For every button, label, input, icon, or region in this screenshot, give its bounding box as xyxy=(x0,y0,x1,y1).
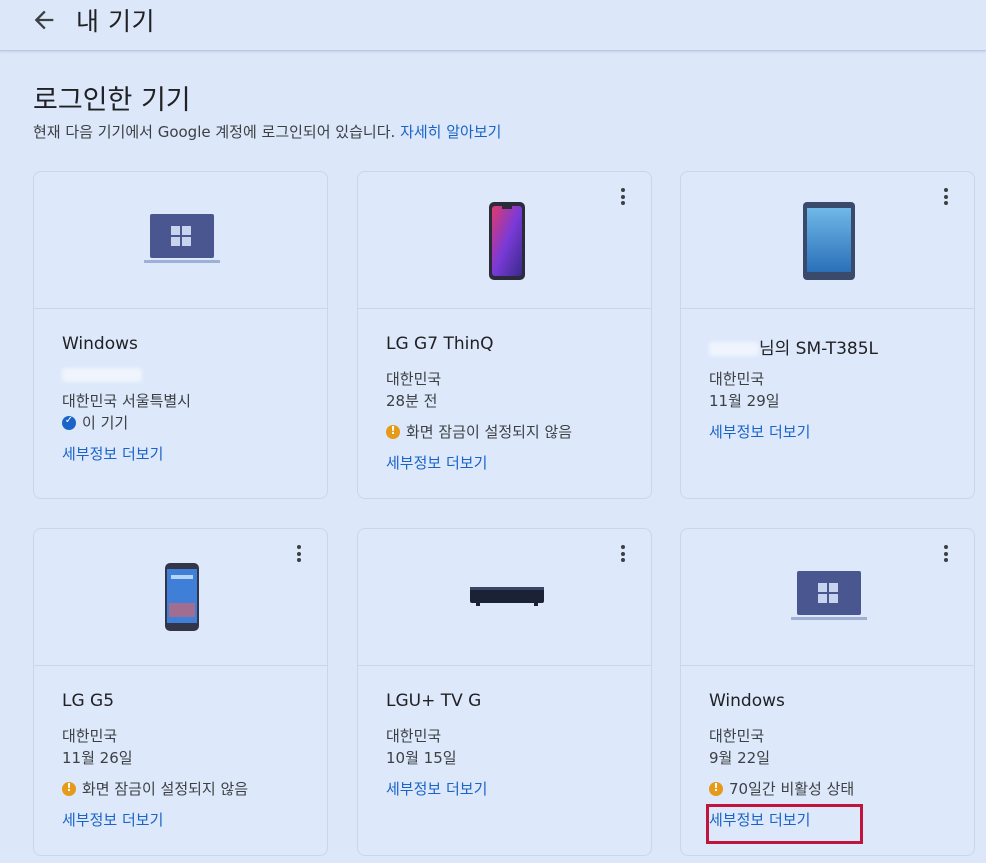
device-last-seen: 11월 29일 xyxy=(709,392,780,410)
top-app-bar: 내 기기 xyxy=(0,0,986,51)
device-image-area xyxy=(681,529,974,666)
page-title: 내 기기 xyxy=(76,7,155,36)
device-name: 님의 SM-T385L xyxy=(709,334,878,359)
subtitle-text: 현재 다음 기기에서 Google 계정에 로그인되어 있습니다. xyxy=(33,123,396,141)
laptop-icon xyxy=(791,571,867,620)
more-vert-icon[interactable] xyxy=(613,545,633,567)
more-vert-icon[interactable] xyxy=(613,188,633,210)
device-card-sm-t385l[interactable]: 님의 SM-T385L 대한민국 11월 29일 세부정보 더보기 xyxy=(680,171,975,499)
redacted-text xyxy=(62,365,142,383)
highlight-box xyxy=(706,804,863,844)
details-link[interactable]: 세부정보 더보기 xyxy=(709,421,810,442)
device-status: 화면 잠금이 설정되지 않음 xyxy=(386,421,572,442)
device-status: 70일간 비활성 상태 xyxy=(709,778,854,799)
status-text: 화면 잠금이 설정되지 않음 xyxy=(82,780,249,798)
device-status: 이 기기 xyxy=(62,412,128,433)
tablet-icon xyxy=(803,202,855,280)
device-location: 대한민국 xyxy=(62,727,118,745)
device-last-seen: 9월 22일 xyxy=(709,749,770,767)
device-name: LGU+ TV G xyxy=(386,691,482,711)
device-location: 대한민국 xyxy=(709,727,765,745)
redacted-owner xyxy=(709,342,759,356)
phone-icon xyxy=(165,563,199,631)
device-name: LG G5 xyxy=(62,691,115,711)
status-text: 화면 잠금이 설정되지 않음 xyxy=(406,423,573,441)
device-image-area xyxy=(358,172,651,309)
laptop-icon xyxy=(144,214,220,263)
device-card-lgu-tv[interactable]: LGU+ TV G 대한민국 10월 15일 세부정보 더보기 xyxy=(357,528,652,856)
device-image-area xyxy=(681,172,974,309)
more-vert-icon[interactable] xyxy=(936,188,956,210)
more-vert-icon[interactable] xyxy=(289,545,309,567)
device-name-text: 님의 SM-T385L xyxy=(759,339,879,359)
device-image-area xyxy=(34,172,327,309)
learn-more-link[interactable]: 자세히 알아보기 xyxy=(400,123,501,141)
details-link[interactable]: 세부정보 더보기 xyxy=(386,778,487,799)
phone-icon xyxy=(489,202,525,280)
device-card-windows-this[interactable]: Windows 대한민국 서울특별시 이 기기 세부정보 더보기 xyxy=(33,171,328,499)
device-image-area xyxy=(34,529,327,666)
device-card-lg-g5[interactable]: LG G5 대한민국 11월 26일 화면 잠금이 설정되지 않음 세부정보 더… xyxy=(33,528,328,856)
warning-icon xyxy=(386,424,400,439)
device-image-area xyxy=(358,529,651,666)
device-location: 대한민국 xyxy=(709,370,765,388)
check-circle-icon xyxy=(62,415,76,430)
status-text: 70일간 비활성 상태 xyxy=(729,780,855,798)
device-status: 화면 잠금이 설정되지 않음 xyxy=(62,778,248,799)
details-link[interactable]: 세부정보 더보기 xyxy=(62,443,163,464)
section-subtitle: 현재 다음 기기에서 Google 계정에 로그인되어 있습니다. 자세히 알아… xyxy=(33,121,501,142)
device-last-seen: 11월 26일 xyxy=(62,749,133,767)
set-top-box-icon xyxy=(470,587,544,606)
more-vert-icon[interactable] xyxy=(936,545,956,567)
details-link[interactable]: 세부정보 더보기 xyxy=(386,452,487,473)
warning-icon xyxy=(709,781,723,796)
section-heading: 로그인한 기기 xyxy=(33,85,191,116)
device-last-seen: 10월 15일 xyxy=(386,749,457,767)
status-text: 이 기기 xyxy=(82,414,129,432)
device-location: 대한민국 xyxy=(386,727,442,745)
arrow-back-icon[interactable] xyxy=(30,6,58,34)
device-name: Windows xyxy=(709,691,785,711)
device-last-seen: 28분 전 xyxy=(386,392,438,410)
device-name: Windows xyxy=(62,334,138,354)
details-link[interactable]: 세부정보 더보기 xyxy=(62,809,163,830)
warning-icon xyxy=(62,781,76,796)
device-card-lg-g7[interactable]: LG G7 ThinQ 대한민국 28분 전 화면 잠금이 설정되지 않음 세부… xyxy=(357,171,652,499)
device-location: 대한민국 xyxy=(386,370,442,388)
device-location: 대한민국 서울특별시 xyxy=(62,392,191,410)
device-name: LG G7 ThinQ xyxy=(386,334,494,354)
